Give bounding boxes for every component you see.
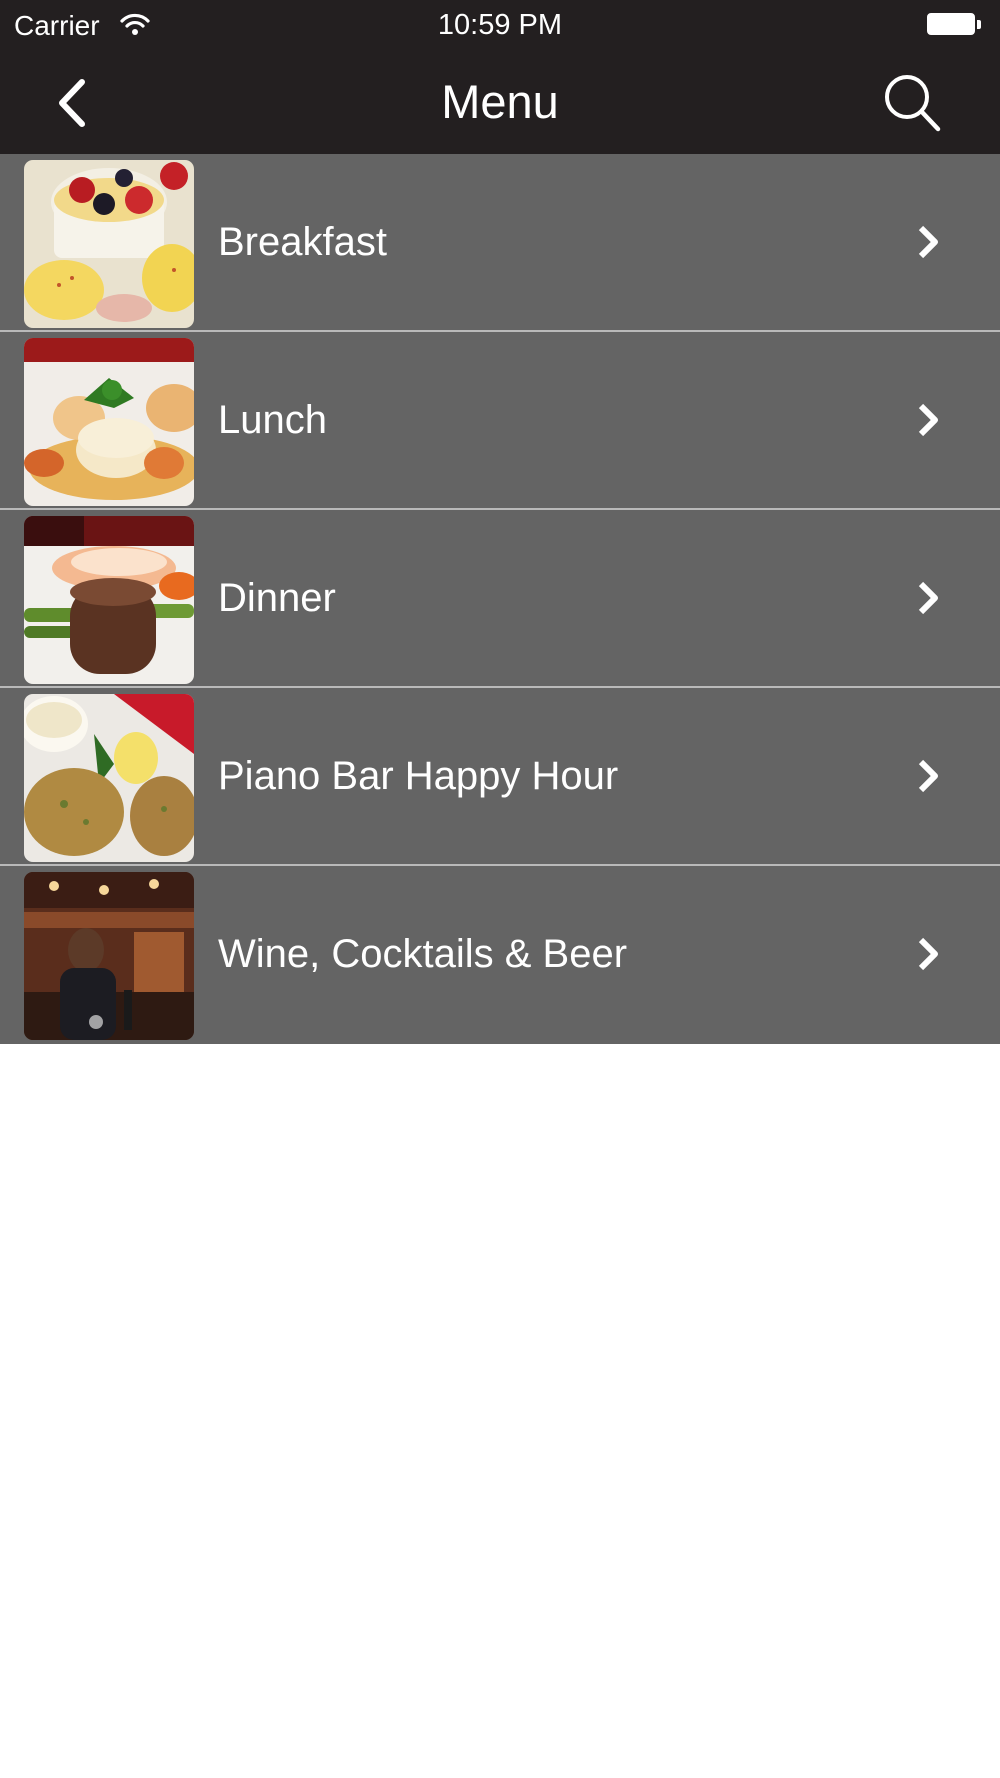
search-button[interactable]	[880, 70, 944, 136]
menu-item-wine-cocktails-beer[interactable]: Wine, Cocktails & Beer	[0, 866, 1000, 1044]
menu-item-piano-bar-happy-hour[interactable]: Piano Bar Happy Hour	[0, 688, 1000, 866]
menu-item-label: Piano Bar Happy Hour	[218, 754, 619, 798]
menu-item-label: Wine, Cocktails & Beer	[218, 932, 628, 976]
chevron-right-icon	[918, 403, 938, 437]
status-bar: Carrier 10:59 PM	[0, 0, 1000, 52]
status-time: 10:59 PM	[437, 9, 563, 41]
search-icon	[885, 75, 941, 132]
menu-item-dinner[interactable]: Dinner	[0, 510, 1000, 688]
menu-item-label: Breakfast	[218, 220, 387, 264]
page-title: Menu	[441, 75, 559, 128]
chevron-right-icon	[918, 937, 938, 971]
menu-item-label: Dinner	[218, 576, 336, 620]
menu-item-label: Lunch	[218, 398, 327, 442]
navigation-bar: Menu	[0, 52, 1000, 154]
chevron-right-icon	[918, 225, 938, 259]
menu-item-lunch[interactable]: Lunch	[0, 332, 1000, 510]
breakfast-photo	[24, 160, 194, 328]
menu-item-breakfast[interactable]: Breakfast	[0, 154, 1000, 332]
menu-list: Breakfast Lunch Dinner Piano Bar Happy H…	[0, 154, 1000, 1044]
happy-hour-photo	[24, 694, 194, 862]
battery-icon	[927, 13, 981, 37]
chevron-right-icon	[918, 581, 938, 615]
bar-photo	[24, 872, 194, 1040]
lunch-photo	[24, 338, 194, 506]
dinner-photo	[24, 516, 194, 684]
chevron-right-icon	[918, 759, 938, 793]
